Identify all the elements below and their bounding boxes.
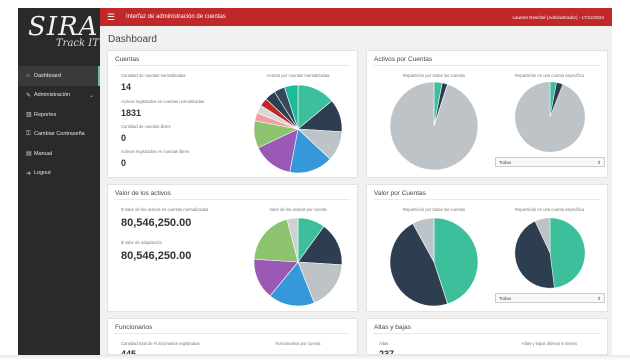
panel-title: Valor por Cuentas: [374, 190, 426, 197]
panel-funcionarios: Funcionarios Cantidad total de Funcionar…: [107, 318, 358, 355]
panel-title: Valor de los activos: [115, 190, 171, 197]
pie-chart-valor-activos: [253, 217, 343, 307]
stat-label: Activos registrados en cuentas normaliza…: [121, 99, 205, 104]
app-logo[interactable]: SIRA Track IT: [18, 8, 100, 60]
book-icon: ▤: [26, 151, 32, 158]
panel-valor-por-cuentas: Valor por Cuentas Repartición por todas …: [366, 184, 608, 312]
chart-caption: Repartición por todas las cuentas: [402, 73, 466, 78]
stat-value: 0: [121, 133, 127, 143]
sidebar-item-label: Administración: [34, 92, 71, 99]
sidebar-item-manual[interactable]: ▤ Manual: [18, 144, 100, 164]
tools-icon: ✎: [26, 92, 32, 99]
panel-title: Altas y bajas: [374, 324, 411, 331]
stat-label: Cantidad total de Funcionarios registrad…: [121, 341, 200, 346]
user-info[interactable]: Laurent Geschel (Administrador) - 17/12/…: [512, 15, 604, 20]
pie-slice[interactable]: [389, 81, 479, 171]
stat-label: Cantidad de cuentas libres: [121, 124, 171, 129]
stat-value: 80,546,250.00: [121, 217, 192, 229]
sidebar-item-label: Logout: [34, 170, 51, 177]
panel-activos-por-cuentas: Activos por Cuentas Repartición por toda…: [366, 50, 608, 178]
menu-toggle-icon[interactable]: ☰: [102, 12, 120, 23]
sidebar: SIRA Track IT ⌂ Dashboard ✎ Administraci…: [18, 8, 100, 355]
bar-chart-icon: ▥: [26, 112, 32, 119]
sidebar-nav: ⌂ Dashboard ✎ Administración ⌄ ▥ Reporte…: [18, 66, 100, 183]
select-arrows-icon: ⇕: [597, 160, 601, 165]
sidebar-item-logout[interactable]: ➜ Logout: [18, 164, 100, 184]
sidebar-item-label: Dashboard: [34, 72, 61, 79]
panel-valor-activos: Valor de los activos $ Valor de los acti…: [107, 184, 358, 312]
panel-cuentas: Cuentas Cantidad de cuentas normalizadas…: [107, 50, 358, 178]
logout-icon: ➜: [26, 170, 32, 177]
chart-caption: Activos por cuentas normalizadas: [266, 73, 330, 78]
sidebar-item-label: Reportes: [34, 111, 57, 118]
cuenta-select[interactable]: Todas ⇕: [495, 293, 605, 303]
home-icon: ⌂: [26, 72, 30, 79]
panel-title: Funcionarios: [115, 324, 153, 331]
sidebar-item-administracion[interactable]: ✎ Administración ⌄: [18, 86, 100, 106]
sidebar-item-dashboard[interactable]: ⌂ Dashboard: [18, 66, 100, 86]
stat-label: $ Valor de adquisición: [121, 240, 162, 245]
chevron-down-icon: ⌄: [88, 92, 94, 99]
sidebar-item-reportes[interactable]: ▥ Reportes: [18, 105, 100, 125]
chart-caption: Repartición en una cuenta específica: [515, 207, 584, 212]
pie-chart-activos-todas: [389, 81, 479, 171]
stat-label: Activos registrados en cuentas libres: [121, 149, 190, 154]
pie-chart-activos-especifica: [514, 81, 586, 153]
chart-caption: Funcionarios por cuenta: [275, 341, 321, 346]
page-title: Dashboard: [108, 34, 157, 45]
select-value: Todas: [499, 160, 512, 165]
stat-label: Altas: [379, 341, 389, 346]
pie-slice[interactable]: [514, 81, 586, 153]
top-bar-title: Interfaz de administración de cuentas: [126, 14, 226, 20]
key-icon: ⚿: [26, 130, 31, 137]
pie-slice[interactable]: [549, 217, 586, 289]
stat-label: Cantidad de cuentas normalizadas: [121, 73, 186, 78]
cuenta-select[interactable]: Todas ⇕: [495, 157, 605, 167]
select-arrows-icon: ⇕: [597, 296, 601, 301]
sidebar-item-cambiar-contrasena[interactable]: ⚿ Cambiar Contraseña: [18, 125, 100, 145]
stat-value: 14: [121, 82, 132, 92]
main-content: Dashboard Cuentas Cantidad de cuentas no…: [100, 26, 612, 355]
stat-value: 0: [121, 158, 127, 168]
stat-value: 1831: [121, 108, 142, 118]
chart-caption: Repartición en una cuenta específica: [515, 73, 584, 78]
stat-value: 80,546,250.00: [121, 250, 192, 262]
chart-caption: Altas y bajas últimos 6 meses: [521, 341, 578, 346]
select-value: Todas: [499, 296, 512, 301]
chart-caption: Valor de los activos por cuenta: [269, 207, 327, 212]
panel-altas-bajas: Altas y bajas Altas 237 Altas y bajas úl…: [366, 318, 608, 355]
sidebar-item-label: Manual: [34, 150, 53, 157]
panel-title: Activos por Cuentas: [374, 56, 433, 63]
sidebar-item-label: Cambiar Contraseña: [34, 131, 85, 138]
pie-chart-valor-especifica: [514, 217, 586, 289]
pie-chart-valor-todas: [389, 217, 479, 307]
chart-caption: Repartición por todas las cuentas: [402, 207, 466, 212]
pie-chart-cuentas: [253, 84, 343, 174]
logo-subtext: Track IT: [56, 38, 99, 49]
panel-title: Cuentas: [115, 56, 140, 63]
stat-label: $ Valor de los activos en cuentas normal…: [121, 207, 209, 212]
top-bar: ☰ Interfaz de administración de cuentas …: [100, 8, 612, 26]
